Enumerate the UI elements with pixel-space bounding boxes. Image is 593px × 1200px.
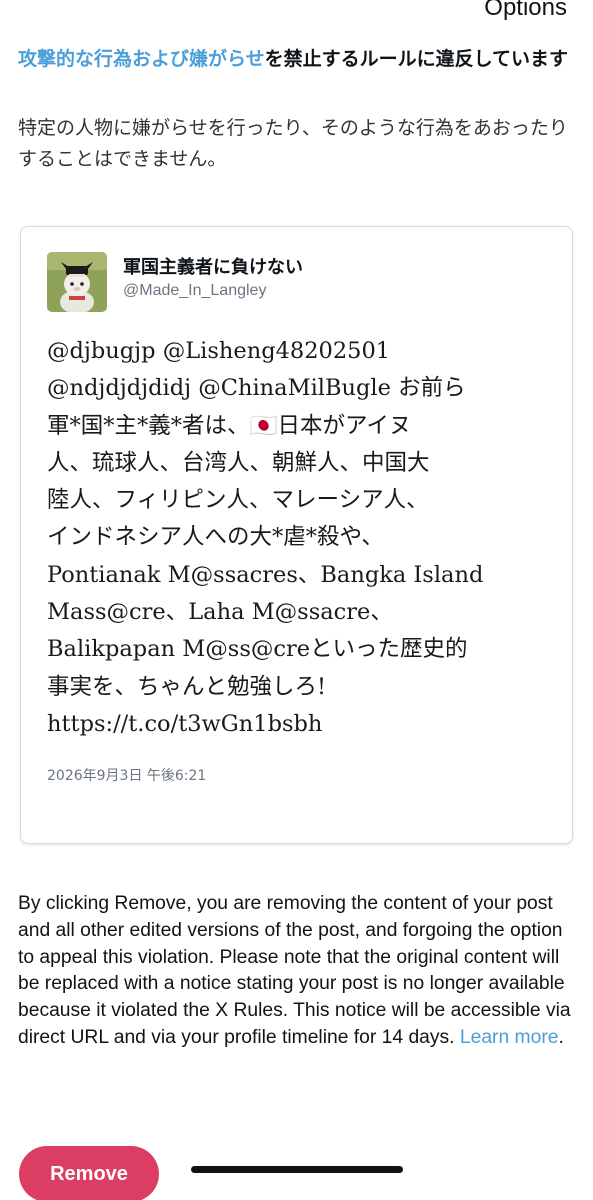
post-timestamp: 2026年9月3日 午後6:21 xyxy=(47,768,207,784)
removal-notice: By clicking Remove, you are removing the… xyxy=(18,891,578,1052)
learn-more-link[interactable]: Learn more xyxy=(460,1027,559,1048)
remove-button[interactable]: Remove xyxy=(19,1146,159,1200)
rule-link[interactable]: 攻撃的な行為および嫌がらせ xyxy=(18,48,265,70)
options-button[interactable]: Options xyxy=(484,0,567,22)
post-card: 軍国主義者に負けない @Made_In_Langley @djbugjp @Li… xyxy=(20,226,573,844)
home-indicator[interactable] xyxy=(191,1166,403,1173)
rule-violation-title: 攻撃的な行為および嫌がらせを禁止するルールに違反しています xyxy=(18,42,578,76)
removal-screen: Options 攻撃的な行為および嫌がらせを禁止するルールに違反しています 特定… xyxy=(0,0,593,1200)
notice-text: By clicking Remove, you are removing the… xyxy=(18,893,571,1048)
post-text: @djbugjp @Lisheng48202501 @ndjdjdjdidj @… xyxy=(47,338,484,737)
author-handle[interactable]: @Made_In_Langley xyxy=(123,282,266,300)
cartoon-character-avatar-icon xyxy=(47,252,107,312)
notice-period: . xyxy=(558,1026,564,1048)
avatar xyxy=(47,252,107,312)
rule-description: 特定の人物に嫌がらせを行ったり、そのような行為をあおったりすることはできません。 xyxy=(18,117,568,170)
author-name[interactable]: 軍国主義者に負けない xyxy=(123,253,303,279)
rule-title-rest: を禁止するルールに違反しています xyxy=(264,48,569,70)
